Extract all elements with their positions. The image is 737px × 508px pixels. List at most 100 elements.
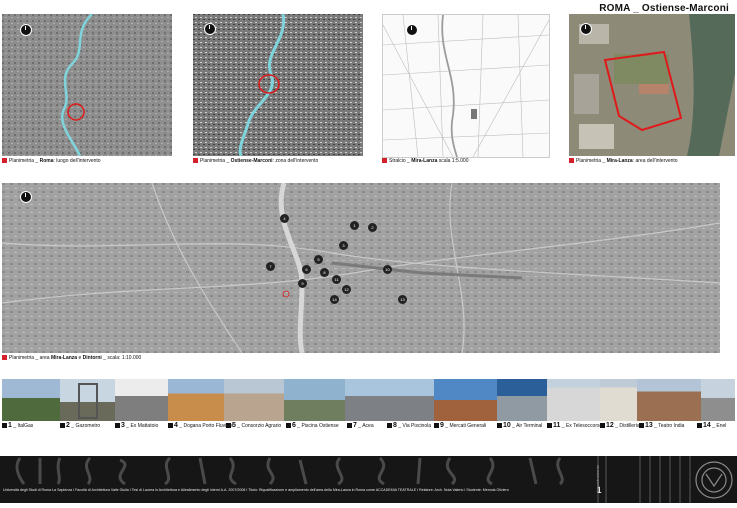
photo-number: 7: [353, 422, 357, 429]
caption-big-map: Planimetria _ area Mira-Lanza e Dintorni…: [2, 355, 141, 362]
photo-gazometro: [60, 379, 115, 421]
caption-post: _ scala: 1:10.000: [101, 355, 142, 361]
aerial-photo: [569, 14, 735, 156]
photo-number: 14: [703, 422, 711, 429]
caption-pre: Planimetria _: [200, 158, 231, 164]
plan-stralcio: [382, 14, 550, 158]
black-bullet-icon: [347, 423, 352, 428]
photo-number: 5: [232, 422, 236, 429]
caption-bold: Mira-Lanza: [411, 158, 438, 164]
photo-name: Ex Telesoccorso: [565, 423, 603, 429]
map-point: 3: [339, 241, 348, 250]
photo-name: Air Terminal: [516, 423, 543, 429]
photo-teatro-india: [637, 379, 701, 421]
photo-number: 8: [393, 422, 397, 429]
plan-ostiense-marconi: [193, 14, 363, 156]
north-arrow-icon: [20, 24, 32, 36]
caption-bold: Ostiense-Marconi: [230, 158, 273, 164]
black-bullet-icon: [115, 423, 120, 428]
photo-name: Enel: [716, 423, 727, 429]
map-point: 12: [342, 285, 351, 294]
photo-name: Acea: [362, 423, 374, 429]
photo-name: Consorzio Agrario: [241, 423, 282, 429]
photo-number: 6: [292, 422, 296, 429]
photo-number: 12: [606, 422, 614, 429]
black-bullet-icon: [697, 423, 702, 428]
black-bullet-icon: [547, 423, 552, 428]
red-bullet-icon: [2, 355, 7, 360]
photo-label: 12 _ Distilleria: [600, 422, 640, 430]
photo-ex-telesoccorso: [547, 379, 600, 421]
photo-label: 14 _ Enel: [697, 422, 726, 430]
photo-label: 4 _ Dogana Porto Fluviale: [168, 422, 233, 430]
caption-bold: Mira-Lanza: [50, 355, 78, 361]
caption-bold: Roma: [39, 158, 54, 164]
black-bullet-icon: [497, 423, 502, 428]
caption-ostiense: Planimetria _ Ostiense-Marconi: zona del…: [193, 158, 318, 165]
big-map: [2, 183, 720, 353]
photo-piscina: [284, 379, 345, 421]
photo-acea: [345, 379, 434, 421]
north-arrow-icon: [406, 24, 418, 36]
map-point: 2: [368, 223, 377, 232]
map-point: 13: [398, 295, 407, 304]
caption-post: : luogo dell'intervento: [53, 158, 101, 164]
photo-air-terminal: [497, 379, 547, 421]
university-seal-icon: [695, 461, 733, 499]
photo-label: 6 _ Piscina Ostiense: [286, 422, 339, 430]
page-title: ROMA _ Ostiense-Marconi: [599, 3, 729, 14]
photo-number: 1: [8, 422, 12, 429]
photo-number: 11: [553, 422, 561, 429]
black-bullet-icon: [60, 423, 65, 428]
map-point: 4: [280, 214, 289, 223]
caption-bold: Mira-Lanza: [606, 158, 633, 164]
map-point: 14: [330, 295, 339, 304]
black-bullet-icon: [387, 423, 392, 428]
map-point: 7: [266, 262, 275, 271]
caption-pre: Planimetria _: [576, 158, 607, 164]
black-bullet-icon: [226, 423, 231, 428]
red-bullet-icon: [569, 158, 574, 163]
photo-enel: [701, 379, 735, 421]
photo-number: 13: [645, 422, 653, 429]
photo-name: ItalGas: [17, 423, 34, 429]
black-bullet-icon: [639, 423, 644, 428]
photo-dogana: [168, 379, 224, 421]
photo-label: 1 _ ItalGas: [2, 422, 33, 430]
caption-post: scala 1:5.000: [437, 158, 469, 164]
photo-number: 4: [174, 422, 178, 429]
stralcio-map: [383, 15, 549, 157]
photo-name: Via Piscinola: [402, 423, 432, 429]
north-arrow-icon: [580, 23, 592, 35]
photo-name: Mercati Generali: [449, 423, 487, 429]
photo-name: Gazometro: [75, 423, 101, 429]
photo-label: 3 _ Ex Mattatoio: [115, 422, 158, 430]
photo-number: 3: [121, 422, 125, 429]
photo-label: 9 _ Mercati Generali: [434, 422, 486, 430]
caption-roma: Planimetria _ Roma: luogo dell'intervent…: [2, 158, 101, 165]
caption-bold: Dintorni: [82, 355, 102, 361]
north-arrow-icon: [20, 191, 32, 203]
map-point: 9: [298, 279, 307, 288]
black-bullet-icon: [286, 423, 291, 428]
photo-number: 2: [66, 422, 70, 429]
caption-post: : area dell'intervento: [632, 158, 678, 164]
caption-pre: Stralcio _: [389, 158, 412, 164]
gazometro-structure: [78, 383, 98, 419]
photo-name: Distilleria: [619, 423, 640, 429]
caption-stralcio: Stralcio _ Mira-Lanza scala 1:5.000: [382, 158, 469, 165]
plan-area-big: 1 2 3 4 5 6 7 8 9 10 11 12 13 14: [2, 183, 720, 353]
photo-consorzio: [224, 379, 284, 421]
photo-italgas: [2, 379, 60, 421]
caption-pre: Planimetria _ area: [9, 355, 51, 361]
caption-post: : zona dell'intervento: [272, 158, 319, 164]
photo-number: 9: [440, 422, 444, 429]
plan-mira-lanza-aerial: [569, 14, 735, 156]
photo-name: Piscina Ostiense: [301, 423, 339, 429]
map-point: 10: [383, 265, 392, 274]
photo-label: 8 _ Via Piscinola: [387, 422, 431, 430]
caption-pre: Planimetria _: [9, 158, 40, 164]
plan-ostiense-map: [193, 14, 363, 156]
red-bullet-icon: [2, 158, 7, 163]
map-point: 8: [320, 268, 329, 277]
